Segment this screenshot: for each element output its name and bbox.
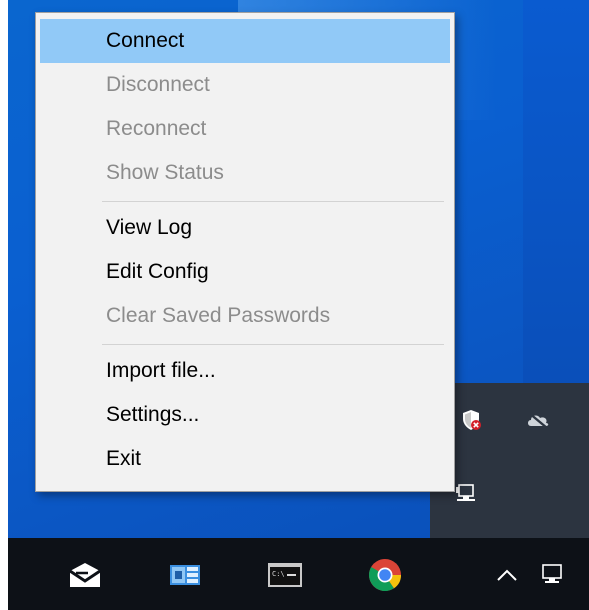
- menu-item-disconnect: Disconnect: [40, 63, 450, 107]
- chevron-up-icon[interactable]: [492, 556, 522, 594]
- mail-icon[interactable]: [66, 556, 104, 594]
- network-icon[interactable]: [536, 556, 568, 594]
- menu-item-edit-config[interactable]: Edit Config: [40, 250, 450, 294]
- screenshot-edge: [0, 0, 8, 610]
- menu-item-clear-saved-passwords: Clear Saved Passwords: [40, 294, 450, 338]
- menu-item-label: View Log: [106, 216, 193, 239]
- menu-item-show-status: Show Status: [40, 151, 450, 195]
- menu-item-label: Settings...: [106, 403, 200, 426]
- menu-item-connect[interactable]: Connect: [40, 19, 450, 63]
- tray-context-menu: Connect Disconnect Reconnect Show Status…: [35, 12, 455, 492]
- network-monitor-icon[interactable]: [453, 481, 479, 507]
- menu-separator: [102, 201, 444, 202]
- menu-separator: [102, 344, 444, 345]
- chrome-icon[interactable]: [366, 556, 404, 594]
- menu-item-label: Exit: [106, 447, 142, 470]
- command-prompt-icon[interactable]: C:\: [266, 556, 304, 594]
- menu-item-label: Reconnect: [106, 117, 207, 140]
- menu-item-label: Import file...: [106, 359, 216, 382]
- shield-alert-icon[interactable]: [458, 407, 484, 433]
- control-panel-icon[interactable]: [166, 556, 204, 594]
- menu-item-exit[interactable]: Exit: [40, 437, 450, 481]
- menu-item-label: Clear Saved Passwords: [106, 304, 331, 327]
- menu-item-view-log[interactable]: View Log: [40, 206, 450, 250]
- menu-item-import-file[interactable]: Import file...: [40, 349, 450, 393]
- menu-item-label: Connect: [106, 29, 185, 52]
- menu-item-label: Show Status: [106, 161, 224, 184]
- menu-item-label: Disconnect: [106, 73, 210, 96]
- menu-item-settings[interactable]: Settings...: [40, 393, 450, 437]
- menu-item-reconnect: Reconnect: [40, 107, 450, 151]
- menu-item-label: Edit Config: [106, 260, 209, 283]
- taskbar: C:\: [8, 538, 589, 610]
- cloud-offline-icon[interactable]: [525, 407, 551, 433]
- svg-text:C:\: C:\: [272, 570, 285, 578]
